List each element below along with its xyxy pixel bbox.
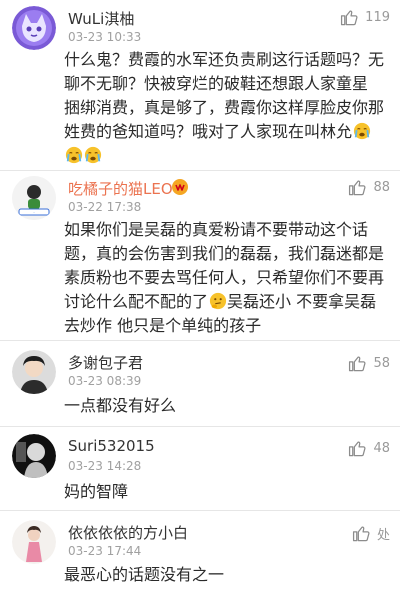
crying-face-emoji — [352, 122, 371, 141]
thinking-face-emoji — [208, 292, 227, 311]
vip-badge-icon — [172, 179, 188, 195]
comment-text: 什么鬼？费霞的水军还负责刷这行话题吗？无聊不无聊？快被穿烂的破鞋还想跟人家童星 … — [64, 48, 388, 168]
thumbs-up-icon — [348, 178, 367, 197]
thumbs-up-icon — [340, 8, 359, 27]
like-count: 88 — [373, 180, 390, 195]
like-button[interactable]: 处 — [352, 524, 390, 543]
like-button[interactable]: 88 — [348, 178, 390, 197]
avatar[interactable] — [12, 434, 56, 478]
comment-username[interactable]: WuLi淇柚 — [68, 8, 134, 29]
avatar[interactable]: · — [12, 176, 56, 220]
comment-username[interactable]: 依依依依的方小白 — [68, 522, 188, 543]
like-count: 58 — [373, 356, 390, 371]
avatar[interactable] — [12, 520, 56, 564]
comment-text: 妈的智障 — [64, 482, 129, 501]
comment-timestamp: 03-23 14:28 — [68, 459, 142, 473]
avatar[interactable] — [12, 350, 56, 394]
divider — [0, 426, 400, 427]
thumbs-up-icon — [348, 354, 367, 373]
divider — [0, 340, 400, 341]
crying-face-emoji — [64, 146, 83, 165]
comment-timestamp: 03-23 17:44 — [68, 544, 142, 558]
comment-username[interactable]: Suri532015 — [68, 437, 155, 455]
comment-username[interactable]: 吃橘子的猫LEO — [68, 178, 173, 199]
comment-timestamp: 03-23 10:33 — [68, 30, 142, 44]
comment-timestamp: 03-23 08:39 — [68, 374, 142, 388]
divider — [0, 170, 400, 171]
thumbs-up-icon — [352, 524, 371, 543]
svg-text:·: · — [33, 210, 34, 215]
like-count: 119 — [365, 10, 390, 25]
comment-timestamp: 03-22 17:38 — [68, 200, 142, 214]
comment-text: 最恶心的话题没有之一 — [64, 565, 225, 584]
like-count: 48 — [373, 441, 390, 456]
thumbs-up-icon — [348, 439, 367, 458]
comment-text-content: 什么鬼？费霞的水军还负责刷这行话题吗？无聊不无聊？快被穿烂的破鞋还想跟人家童星 … — [64, 50, 385, 141]
comment-text: 一点都没有好么 — [64, 396, 177, 415]
like-button[interactable]: 119 — [340, 8, 390, 27]
like-button[interactable]: 58 — [348, 354, 390, 373]
comment-username[interactable]: 多谢包子君 — [68, 352, 143, 373]
like-count: 处 — [376, 528, 390, 543]
comment-text: 如果你们是吴磊的真爱粉请不要带动这个话题，真的会伤害到我们的磊磊，我们磊迷都是素… — [64, 218, 388, 338]
crying-face-emoji — [83, 146, 102, 165]
like-button[interactable]: 48 — [348, 439, 390, 458]
avatar[interactable] — [12, 6, 56, 50]
divider — [0, 510, 400, 511]
